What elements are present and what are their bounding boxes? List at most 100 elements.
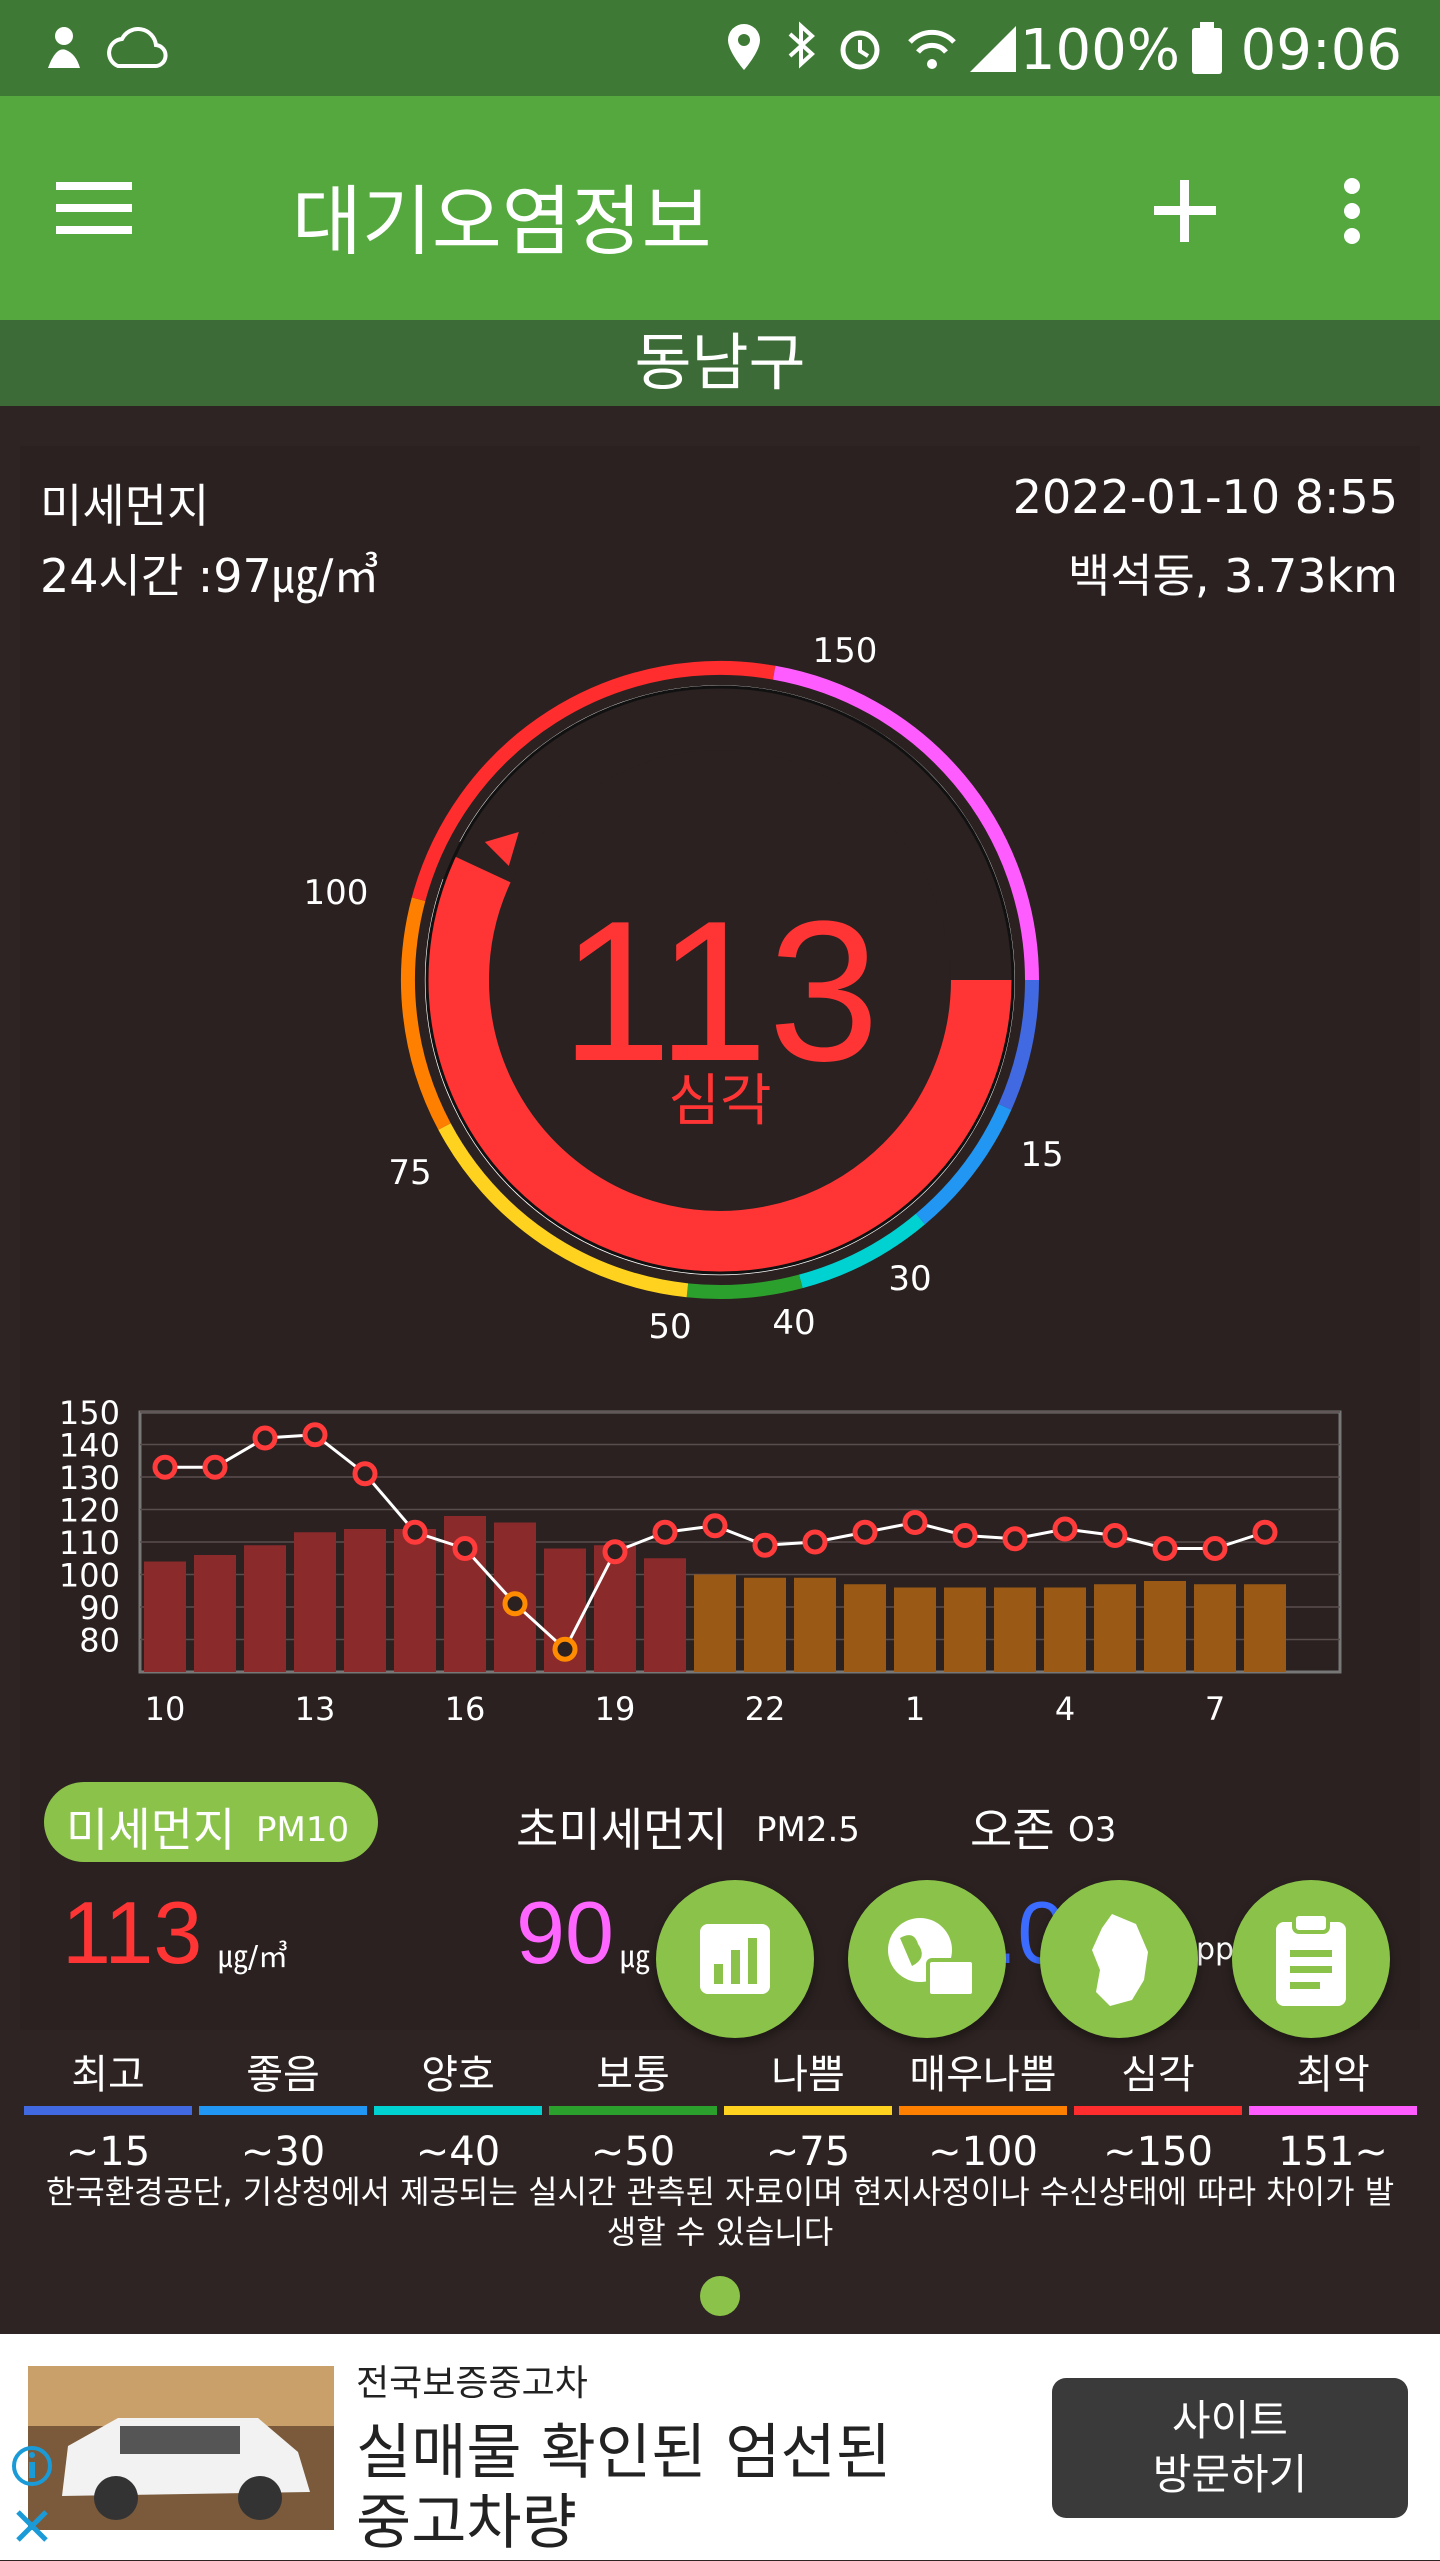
- ad-visit-button[interactable]: 사이트 방문하기: [1052, 2378, 1408, 2518]
- trend-marker: [852, 1519, 878, 1545]
- legend-label: 심각: [1121, 2052, 1195, 2098]
- hourly-bar: [294, 1532, 336, 1672]
- ad-banner[interactable]: 전국보증중고차 실매물 확인된 엄선된 중고차량 사이트 방문하기: [0, 2334, 1440, 2560]
- hourly-bar: [244, 1545, 286, 1672]
- trend-marker: [402, 1519, 428, 1545]
- legend-color-bar: [1249, 2106, 1417, 2115]
- trend-marker: [202, 1454, 228, 1480]
- legend-color-bar: [724, 2106, 892, 2115]
- hourly-bar: [994, 1587, 1036, 1672]
- korea-map-icon: [1092, 1914, 1148, 2006]
- trend-marker: [1002, 1526, 1028, 1552]
- x-tick-label: 4: [1055, 1690, 1075, 1728]
- pm10-unit: ㎍/㎥: [218, 1940, 289, 1975]
- trend-marker: [702, 1513, 728, 1539]
- legend-item: 나쁨 ~75: [724, 2042, 892, 2175]
- ad-close-icon[interactable]: [12, 2506, 52, 2546]
- trend-marker: [902, 1510, 928, 1535]
- gauge-tick-label: 40: [772, 1303, 815, 1343]
- pm10-tab-code: PM10: [256, 1810, 350, 1850]
- clipboard-fab-button[interactable]: [1232, 1880, 1390, 2038]
- legend-range: ~15: [65, 2129, 151, 2175]
- app-title: 대기오염정보: [292, 177, 712, 266]
- pollutant-title: 미세먼지: [40, 479, 210, 533]
- trend-marker: [652, 1519, 678, 1545]
- trend-marker: [952, 1523, 978, 1548]
- x-tick-label: 16: [445, 1690, 486, 1728]
- trend-marker: [502, 1591, 528, 1617]
- hourly-bar: [1044, 1587, 1086, 1672]
- o3-unit: pp: [1196, 1932, 1235, 1967]
- chart-fab-button[interactable]: [656, 1880, 814, 2038]
- gauge-scale-segment: [686, 1274, 803, 1299]
- legend-label: 보통: [596, 2052, 670, 2098]
- pm10-value: 113: [62, 1883, 203, 1982]
- legend-item: 매우나쁨 ~100: [899, 2042, 1067, 2175]
- o3-tab-label[interactable]: 오존: [970, 1794, 1055, 1860]
- legend-item: 양호 ~40: [374, 2042, 542, 2175]
- gauge-status: 심각: [668, 1069, 771, 1134]
- trend-marker: [1202, 1536, 1228, 1561]
- legend-color-bar: [374, 2106, 542, 2115]
- region-name: 동남구: [634, 326, 806, 399]
- hourly-bar: [194, 1555, 236, 1672]
- hourly-bar: [144, 1561, 186, 1672]
- trend-marker: [152, 1454, 178, 1480]
- hourly-bar: [694, 1574, 736, 1672]
- battery-icon: [1192, 22, 1222, 74]
- gauge-pointer: [484, 832, 519, 866]
- more-options-icon[interactable]: [1334, 176, 1370, 246]
- trend-marker: [1252, 1519, 1278, 1545]
- ad-headline-2: 중고차량: [356, 2488, 577, 2558]
- x-tick-label: 7: [1205, 1690, 1225, 1728]
- region-bar[interactable]: 동남구: [0, 320, 1440, 406]
- x-tick-label: 19: [595, 1690, 636, 1728]
- pm25-value: 90: [516, 1883, 614, 1982]
- legend-range: 151~: [1278, 2129, 1388, 2175]
- x-tick-label: 13: [295, 1690, 336, 1728]
- gauge-tick-label: 15: [1020, 1135, 1063, 1175]
- hourly-bar: [394, 1529, 436, 1672]
- legend-color-bar: [899, 2106, 1067, 2115]
- ad-car-image: [28, 2366, 334, 2530]
- o3-tab-code: O3: [1068, 1810, 1117, 1850]
- ad-button-line-2: 방문하기: [1152, 2450, 1308, 2499]
- gauge-tick-label: 50: [648, 1307, 691, 1347]
- ad-button-line-1: 사이트: [1172, 2396, 1288, 2445]
- x-tick-label: 22: [745, 1690, 786, 1728]
- legend-color-bar: [1074, 2106, 1242, 2115]
- legend-item: 심각 ~150: [1074, 2042, 1242, 2175]
- app-bar: 대기오염정보: [0, 96, 1440, 320]
- pm25-tab-label[interactable]: 초미세먼지: [516, 1794, 728, 1860]
- system-status-icons: [728, 21, 1016, 72]
- hourly-bar: [1094, 1584, 1136, 1672]
- pm25-unit: ㎍: [620, 1940, 650, 1975]
- trend-marker: [1152, 1536, 1178, 1561]
- menu-icon[interactable]: [56, 178, 136, 238]
- map-fab-button[interactable]: [1040, 1880, 1198, 2038]
- legend-color-bar: [549, 2106, 717, 2115]
- pm10-tab-label: 미세먼지: [66, 1803, 236, 1857]
- station-info: 백석동, 3.73km: [1067, 549, 1398, 603]
- legend-range: ~40: [415, 2129, 501, 2175]
- gauge-tick-label: 75: [388, 1153, 431, 1193]
- trend-marker: [1052, 1516, 1078, 1542]
- world-fab-button[interactable]: [848, 1880, 1006, 2038]
- legend-color-bar: [199, 2106, 367, 2115]
- legend-range: ~30: [240, 2129, 326, 2175]
- clipboard-icon: [1276, 1912, 1346, 2006]
- trend-marker: [302, 1422, 328, 1448]
- trend-marker: [752, 1532, 778, 1558]
- hourly-bar: [1244, 1584, 1286, 1672]
- pm10-tab[interactable]: 미세먼지 PM10: [44, 1782, 378, 1862]
- trend-marker: [252, 1425, 278, 1451]
- bar-chart-icon: [700, 1924, 770, 1994]
- hourly-bar: [944, 1587, 986, 1672]
- legend-label: 최고: [71, 2052, 145, 2098]
- legend-label: 양호: [421, 2052, 495, 2098]
- ad-info-icon[interactable]: [10, 2444, 54, 2488]
- legend-label: 나쁨: [771, 2052, 845, 2098]
- add-icon[interactable]: [1150, 176, 1220, 246]
- gauge-tick-label: 30: [888, 1259, 931, 1299]
- trend-marker: [602, 1539, 628, 1565]
